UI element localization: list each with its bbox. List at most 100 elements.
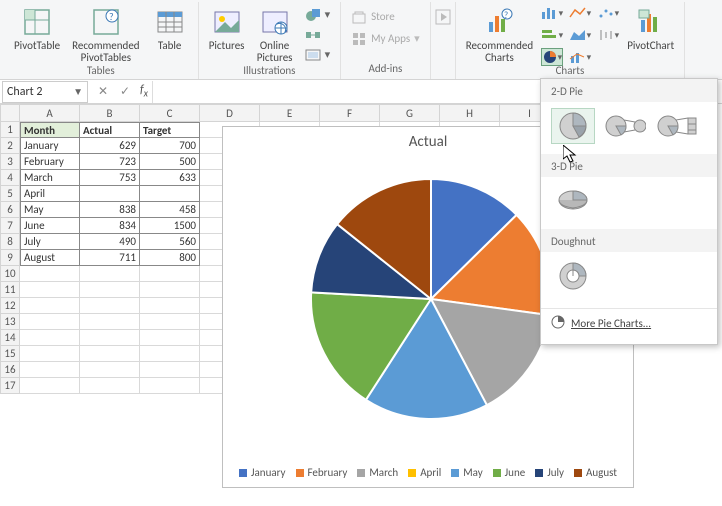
table-button[interactable]: Table bbox=[148, 4, 192, 54]
recommended-charts-button[interactable]: ? Recommended Charts bbox=[462, 4, 537, 66]
cell-C10[interactable] bbox=[140, 266, 200, 282]
cell-A3[interactable]: February bbox=[20, 154, 80, 170]
cell-A2[interactable]: January bbox=[20, 138, 80, 154]
legend-item-february[interactable]: February bbox=[296, 466, 348, 479]
cell-A16[interactable] bbox=[20, 362, 80, 378]
cell-B17[interactable] bbox=[80, 378, 140, 394]
cell-A1[interactable]: Month bbox=[20, 122, 80, 138]
row-header-1[interactable]: 1 bbox=[0, 122, 20, 138]
cell-B5[interactable] bbox=[80, 186, 140, 202]
screenshot-button[interactable]: ▾ bbox=[301, 46, 335, 64]
cell-B1[interactable]: Actual bbox=[80, 122, 140, 138]
stock-chart-button[interactable]: ▾ bbox=[597, 26, 619, 44]
column-chart-button[interactable]: ▾ bbox=[541, 4, 563, 22]
cell-B16[interactable] bbox=[80, 362, 140, 378]
cell-C5[interactable] bbox=[140, 186, 200, 202]
online-pictures-button[interactable]: Online Pictures bbox=[253, 4, 297, 66]
legend-item-january[interactable]: January bbox=[239, 466, 285, 479]
bar-of-pie-option[interactable] bbox=[655, 108, 699, 144]
row-header-2[interactable]: 2 bbox=[0, 138, 20, 154]
legend-item-july[interactable]: July bbox=[535, 466, 564, 479]
area-chart-button[interactable]: ▾ bbox=[569, 26, 591, 44]
line-chart-button[interactable]: ▾ bbox=[569, 4, 591, 22]
row-header-6[interactable]: 6 bbox=[0, 202, 20, 218]
row-header-5[interactable]: 5 bbox=[0, 186, 20, 202]
cell-B14[interactable] bbox=[80, 330, 140, 346]
pivotchart-button[interactable]: PivotChart bbox=[623, 4, 678, 54]
row-header-16[interactable]: 16 bbox=[0, 362, 20, 378]
pie-plot-area[interactable] bbox=[301, 169, 561, 429]
cell-B8[interactable]: 490 bbox=[80, 234, 140, 250]
smartart-button[interactable] bbox=[301, 26, 335, 44]
cell-B3[interactable]: 723 bbox=[80, 154, 140, 170]
col-header-D[interactable]: D bbox=[200, 104, 260, 122]
legend-item-june[interactable]: June bbox=[493, 466, 526, 479]
cell-A4[interactable]: March bbox=[20, 170, 80, 186]
row-header-13[interactable]: 13 bbox=[0, 314, 20, 330]
cell-B13[interactable] bbox=[80, 314, 140, 330]
cell-C12[interactable] bbox=[140, 298, 200, 314]
col-header-B[interactable]: B bbox=[80, 104, 140, 122]
cell-C14[interactable] bbox=[140, 330, 200, 346]
chart-legend[interactable]: January February March April May June July Augu… bbox=[223, 466, 633, 479]
row-header-17[interactable]: 17 bbox=[0, 378, 20, 394]
cell-A13[interactable] bbox=[20, 314, 80, 330]
name-box[interactable]: Chart 2 ▼ bbox=[2, 81, 88, 103]
cell-B11[interactable] bbox=[80, 282, 140, 298]
col-header-E[interactable]: E bbox=[260, 104, 320, 122]
cell-B7[interactable]: 834 bbox=[80, 218, 140, 234]
cell-A7[interactable]: June bbox=[20, 218, 80, 234]
row-header-10[interactable]: 10 bbox=[0, 266, 20, 282]
row-header-8[interactable]: 8 bbox=[0, 234, 20, 250]
row-header-15[interactable]: 15 bbox=[0, 346, 20, 362]
recommended-pivottables-button[interactable]: ? Recommended PivotTables bbox=[68, 4, 143, 66]
col-header-F[interactable]: F bbox=[320, 104, 380, 122]
row-header-3[interactable]: 3 bbox=[0, 154, 20, 170]
bar-chart-button[interactable]: ▾ bbox=[541, 26, 563, 44]
row-header-7[interactable]: 7 bbox=[0, 218, 20, 234]
pie-3d-option[interactable] bbox=[551, 183, 595, 219]
cell-C8[interactable]: 560 bbox=[140, 234, 200, 250]
enter-formula-button[interactable]: ✓ bbox=[114, 82, 136, 102]
cell-B12[interactable] bbox=[80, 298, 140, 314]
legend-item-march[interactable]: March bbox=[357, 466, 398, 479]
cell-B15[interactable] bbox=[80, 346, 140, 362]
cell-C2[interactable]: 700 bbox=[140, 138, 200, 154]
cell-C17[interactable] bbox=[140, 378, 200, 394]
legend-item-august[interactable]: August bbox=[574, 466, 617, 479]
cell-C11[interactable] bbox=[140, 282, 200, 298]
cell-B4[interactable]: 753 bbox=[80, 170, 140, 186]
cell-B9[interactable]: 711 bbox=[80, 250, 140, 266]
cell-A17[interactable] bbox=[20, 378, 80, 394]
row-header-11[interactable]: 11 bbox=[0, 282, 20, 298]
cell-C15[interactable] bbox=[140, 346, 200, 362]
cell-A5[interactable]: April bbox=[20, 186, 80, 202]
store-button[interactable]: Store bbox=[347, 8, 399, 26]
row-header-14[interactable]: 14 bbox=[0, 330, 20, 346]
cell-C13[interactable] bbox=[140, 314, 200, 330]
pivottable-button[interactable]: PivotTable bbox=[10, 4, 64, 54]
cell-C6[interactable]: 458 bbox=[140, 202, 200, 218]
legend-item-may[interactable]: May bbox=[451, 466, 482, 479]
pie-of-pie-option[interactable] bbox=[603, 108, 647, 144]
bing-maps-button[interactable] bbox=[431, 8, 455, 26]
col-header-C[interactable]: C bbox=[140, 104, 200, 122]
legend-item-april[interactable]: April bbox=[408, 466, 441, 479]
pictures-button[interactable]: Pictures bbox=[205, 4, 249, 54]
cell-C1[interactable]: Target bbox=[140, 122, 200, 138]
cell-C16[interactable] bbox=[140, 362, 200, 378]
cell-A11[interactable] bbox=[20, 282, 80, 298]
cell-B10[interactable] bbox=[80, 266, 140, 282]
cell-A12[interactable] bbox=[20, 298, 80, 314]
cell-B6[interactable]: 838 bbox=[80, 202, 140, 218]
myapps-button[interactable]: My Apps▾ bbox=[347, 30, 424, 48]
cell-A14[interactable] bbox=[20, 330, 80, 346]
cell-B2[interactable]: 629 bbox=[80, 138, 140, 154]
doughnut-option[interactable] bbox=[551, 258, 595, 294]
cell-A8[interactable]: July bbox=[20, 234, 80, 250]
cell-C3[interactable]: 500 bbox=[140, 154, 200, 170]
more-pie-charts-item[interactable]: More Pie Charts... bbox=[541, 308, 717, 338]
row-header-9[interactable]: 9 bbox=[0, 250, 20, 266]
name-box-dropdown-icon[interactable]: ▼ bbox=[73, 85, 83, 98]
cell-A9[interactable]: August bbox=[20, 250, 80, 266]
